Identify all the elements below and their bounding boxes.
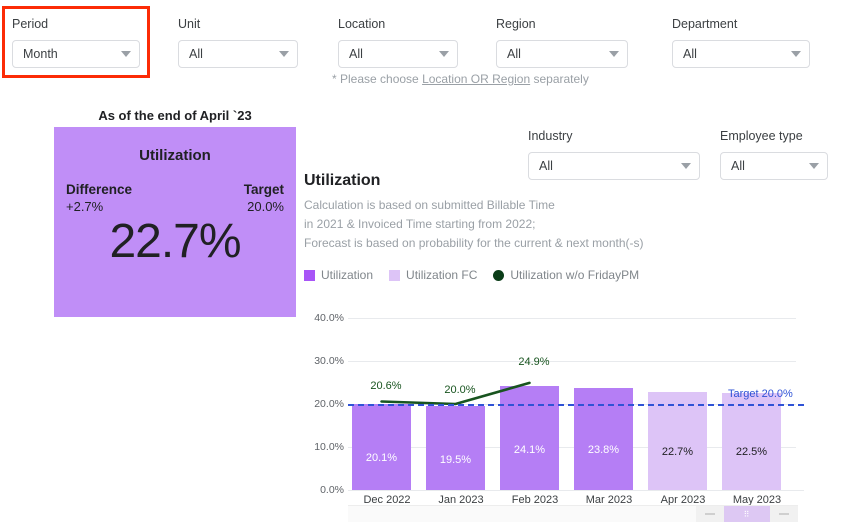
legend-label-utilization-fc: Utilization FC bbox=[406, 268, 478, 282]
filter-region-select[interactable]: All bbox=[496, 40, 628, 68]
filter-department-select[interactable]: All bbox=[672, 40, 810, 68]
y-tick-0: 0.0% bbox=[320, 484, 344, 496]
hint-link[interactable]: Location OR Region bbox=[422, 72, 530, 86]
chevron-down-icon bbox=[809, 163, 819, 169]
y-tick-30: 30.0% bbox=[314, 355, 344, 367]
filter-period-select[interactable]: Month bbox=[12, 40, 140, 68]
legend-swatch-icon bbox=[304, 269, 315, 281]
chevron-down-icon bbox=[681, 163, 691, 169]
filter-location: Location All bbox=[338, 16, 458, 68]
line-label-feb-2023: 24.9% bbox=[518, 356, 550, 368]
kpi-title: Utilization bbox=[139, 147, 211, 164]
filter-department: Department All bbox=[672, 16, 810, 68]
filter-employee-type-value: All bbox=[731, 159, 745, 173]
filter-unit-label: Unit bbox=[178, 17, 201, 31]
filter-location-select[interactable]: All bbox=[338, 40, 458, 68]
filter-period: Period Month bbox=[12, 16, 140, 68]
as-of-label: As of the end of April `23 bbox=[98, 108, 252, 123]
hint-prefix: * Please choose bbox=[332, 72, 423, 86]
filter-unit-select[interactable]: All bbox=[178, 40, 298, 68]
chevron-down-icon bbox=[791, 51, 801, 57]
panel-title: Utilization bbox=[304, 172, 381, 189]
filter-unit-value: All bbox=[189, 47, 203, 61]
kpi-target-value: 20.0% bbox=[247, 199, 284, 214]
y-tick-10: 10.0% bbox=[314, 441, 344, 453]
y-tick-40: 40.0% bbox=[314, 312, 344, 324]
chevron-down-icon bbox=[609, 51, 619, 57]
kpi-difference-value: +2.7% bbox=[66, 199, 104, 214]
line-label-dec-2022: 20.6% bbox=[370, 380, 402, 392]
scroll-right-icon bbox=[779, 513, 789, 515]
x-axis-line bbox=[348, 490, 804, 491]
chevron-down-icon bbox=[121, 51, 131, 57]
filter-period-label: Period bbox=[12, 17, 49, 31]
filter-region: Region All bbox=[496, 16, 628, 68]
description-line-3: Forecast is based on probability for the… bbox=[304, 236, 644, 250]
legend-swatch-icon bbox=[389, 269, 401, 281]
horizontal-scrollbar[interactable]: ⠿ bbox=[348, 505, 798, 522]
scroll-right-button[interactable] bbox=[770, 506, 798, 522]
filter-industry-select[interactable]: All bbox=[528, 152, 700, 180]
filter-period-value: Month bbox=[23, 47, 58, 61]
legend-item-utilization-fc[interactable]: Utilization FC bbox=[389, 268, 477, 282]
filter-location-label: Location bbox=[338, 17, 386, 31]
scroll-left-button[interactable] bbox=[696, 506, 724, 522]
filter-region-value: All bbox=[507, 47, 521, 61]
description-line-2: in 2021 & Invoiced Time starting from 20… bbox=[304, 217, 536, 231]
filter-department-value: All bbox=[683, 47, 697, 61]
kpi-main-value: 22.7% bbox=[109, 215, 241, 268]
legend-dot-icon bbox=[493, 269, 505, 281]
chevron-down-icon bbox=[439, 51, 449, 57]
description-line-1: Calculation is based on submitted Billab… bbox=[304, 198, 555, 212]
chart-legend: Utilization Utilization FC Utilization w… bbox=[304, 268, 647, 282]
utilization-chart: 40.0% 30.0% 20.0% 10.0% 0.0% 20.1% 19.5%… bbox=[304, 308, 804, 508]
filter-employee-type-select[interactable]: All bbox=[720, 152, 828, 180]
filter-industry: Industry All bbox=[528, 128, 700, 180]
y-tick-20: 20.0% bbox=[314, 398, 344, 410]
legend-label-utilization: Utilization bbox=[321, 268, 374, 282]
filter-location-value: All bbox=[349, 47, 363, 61]
target-line bbox=[348, 404, 804, 406]
line-label-jan-2023: 20.0% bbox=[444, 384, 476, 396]
filter-industry-value: All bbox=[539, 159, 553, 173]
scroll-left-icon bbox=[705, 513, 715, 515]
filter-region-label: Region bbox=[496, 17, 536, 31]
legend-item-utilization[interactable]: Utilization bbox=[304, 268, 373, 282]
dashboard-stage: Period Month Unit All Location All Regio… bbox=[0, 0, 846, 531]
legend-item-utilization-wo-fridaypm[interactable]: Utilization w/o FridayPM bbox=[493, 268, 639, 282]
legend-label-utilization-wo-fridaypm: Utilization w/o FridayPM bbox=[510, 268, 640, 282]
kpi-difference-label: Difference bbox=[66, 182, 133, 197]
scroll-thumb[interactable]: ⠿ bbox=[724, 506, 770, 522]
filter-employee-type: Employee type All bbox=[720, 128, 828, 180]
panel-description: Calculation is based on submitted Billab… bbox=[304, 196, 644, 253]
filter-employee-type-label: Employee type bbox=[720, 129, 803, 143]
scroll-thumb-grip-icon: ⠿ bbox=[743, 509, 751, 519]
filter-unit: Unit All bbox=[178, 16, 298, 68]
filter-department-label: Department bbox=[672, 17, 738, 31]
utilization-kpi-card: Utilization Difference Target +2.7% 20.0… bbox=[54, 127, 296, 317]
chevron-down-icon bbox=[279, 51, 289, 57]
hint-suffix: separately bbox=[530, 72, 589, 86]
filter-industry-label: Industry bbox=[528, 129, 573, 143]
kpi-target-label: Target bbox=[243, 182, 284, 197]
location-region-hint: * Please choose Location OR Region separ… bbox=[332, 72, 589, 86]
target-line-label: Target 20.0% bbox=[728, 388, 793, 400]
